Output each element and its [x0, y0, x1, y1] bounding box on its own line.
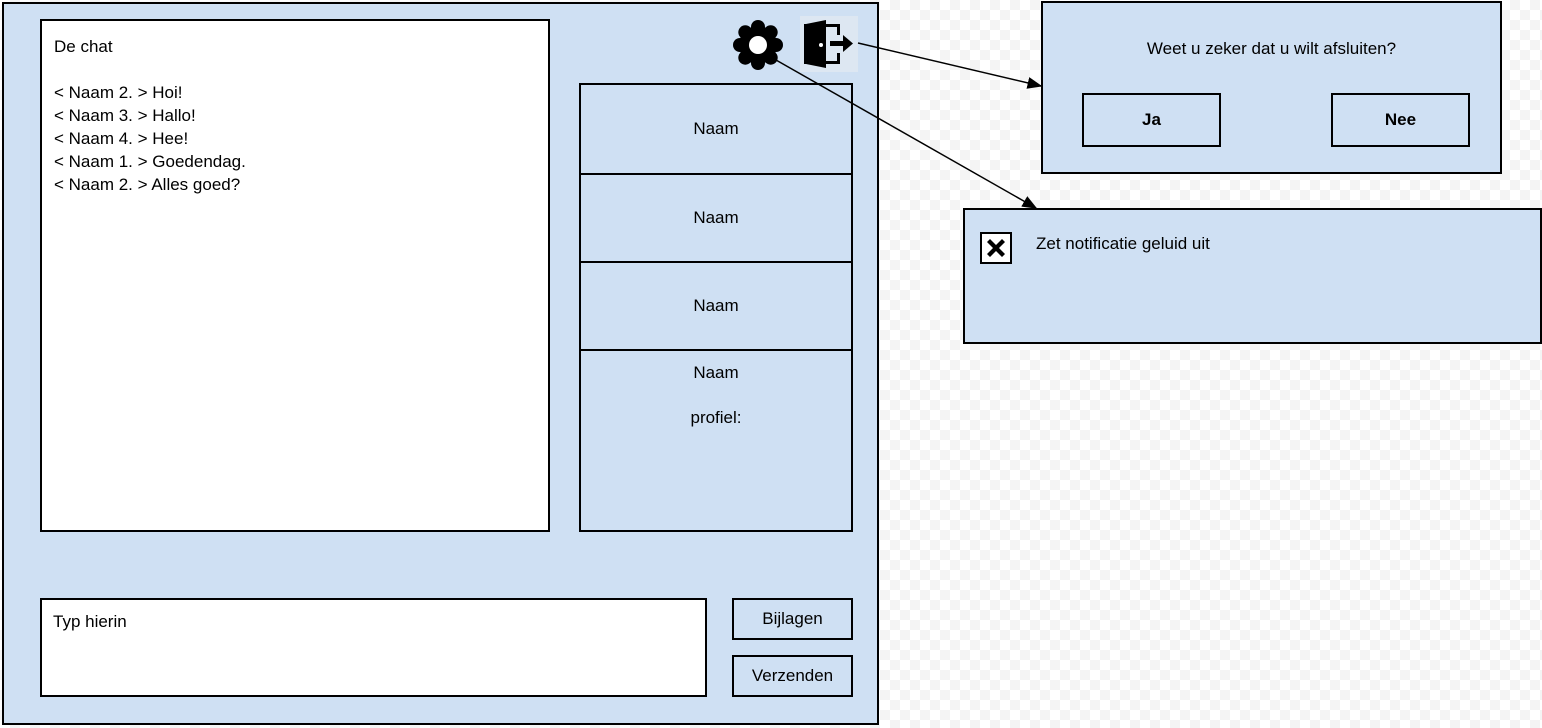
- settings-panel: Zet notificatie geluid uit: [963, 208, 1542, 344]
- confirm-yes-button[interactable]: Ja: [1082, 93, 1221, 147]
- user-list-item[interactable]: Naam: [581, 85, 851, 175]
- exit-confirm-question: Weet u zeker dat u wilt afsluiten?: [1146, 39, 1397, 58]
- chat-title: De chat: [54, 37, 113, 56]
- door-exit-icon: [804, 20, 853, 68]
- close-x-icon: [987, 239, 1005, 257]
- chat-message: < Naam 2. > Alles goed?: [54, 175, 241, 194]
- profile-name: Naam: [693, 363, 739, 382]
- user-list-item[interactable]: Naam: [581, 175, 851, 263]
- attachments-button[interactable]: Bijlagen: [732, 598, 853, 640]
- chat-message: < Naam 4. > Hee!: [54, 129, 189, 148]
- confirm-no-button[interactable]: Nee: [1331, 93, 1470, 147]
- message-input[interactable]: Typ hierin: [40, 598, 707, 697]
- message-input-placeholder: Typ hierin: [53, 612, 127, 631]
- send-button[interactable]: Verzenden: [732, 655, 853, 697]
- chat-log: De chat < Naam 2. > Hoi! < Naam 3. > Hal…: [40, 19, 550, 532]
- exit-button[interactable]: [800, 16, 858, 72]
- profile-label: profiel:: [690, 408, 742, 427]
- settings-button[interactable]: [731, 18, 785, 72]
- chat-message: < Naam 3. > Hallo!: [54, 106, 196, 125]
- mute-notification-checkbox[interactable]: [980, 232, 1012, 264]
- chat-message: < Naam 1. > Goedendag.: [54, 152, 246, 171]
- chat-message: < Naam 2. > Hoi!: [54, 83, 183, 102]
- mute-notification-label: Zet notificatie geluid uit: [1036, 234, 1210, 253]
- user-list: Naam Naam Naam Naam profiel:: [579, 83, 853, 532]
- gear-icon: [733, 20, 783, 70]
- exit-dialog-arrow: [857, 42, 1043, 89]
- user-list-item[interactable]: Naam: [581, 263, 851, 351]
- exit-confirm-dialog: Weet u zeker dat u wilt afsluiten? Ja Ne…: [1041, 1, 1502, 174]
